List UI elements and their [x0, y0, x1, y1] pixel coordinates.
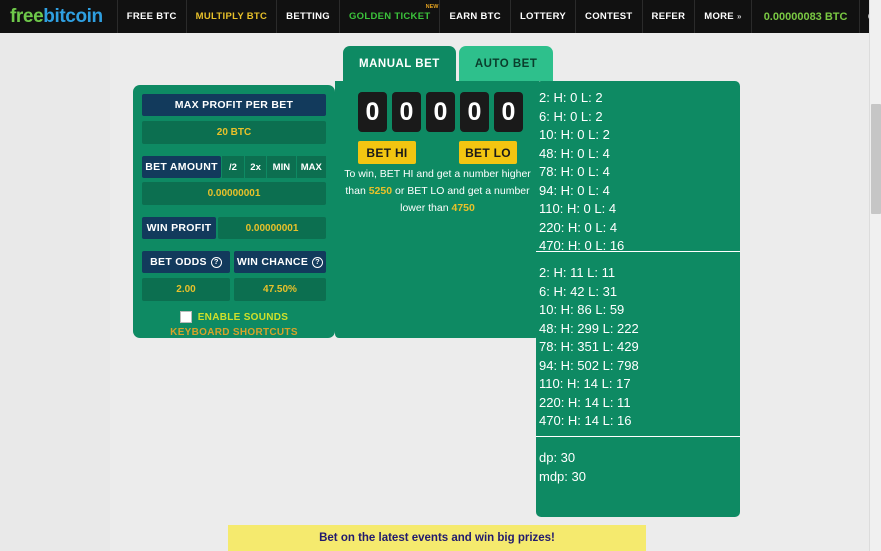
digit-roller: 0 — [426, 92, 455, 132]
nav-item-contest[interactable]: CONTEST — [575, 0, 642, 33]
page-background-left — [0, 33, 110, 551]
logo-free-text: free — [10, 5, 44, 27]
nav-item-refer[interactable]: REFER — [641, 0, 695, 33]
bet-amount-halve-button[interactable]: /2 — [220, 156, 245, 178]
stats-row: 78: H: 0 L: 4 — [539, 164, 610, 179]
bet-odds-text: BET ODDS — [150, 256, 207, 268]
digit-roller: 0 — [460, 92, 489, 132]
digit-roller: 0 — [494, 92, 523, 132]
digit-roller: 0 — [392, 92, 421, 132]
help-icon[interactable]: ? — [210, 256, 222, 268]
logo-bitcoin-text: bitcoin — [43, 5, 103, 27]
nav-item-more[interactable]: MORE » — [694, 0, 750, 33]
bet-amount-min-button[interactable]: MIN — [266, 156, 296, 178]
nav-label: FREE BTC — [126, 11, 177, 22]
balance-display[interactable]: 0.00000083 BTC — [750, 0, 860, 33]
stats-row: 94: H: 0 L: 4 — [539, 182, 610, 198]
stats-row: 48: H: 299 L: 222 — [539, 320, 639, 336]
nav-label: REFER — [651, 11, 686, 22]
bet-amount-max-button[interactable]: MAX — [295, 156, 327, 178]
new-badge: NEW — [425, 4, 439, 10]
stats-row: 78: H: 351 L: 429 — [539, 339, 639, 354]
nav-label: GOLDEN TICKET — [348, 11, 431, 22]
bet-hi-button[interactable]: BET HI — [358, 141, 416, 164]
stats-row: 6: H: 42 L: 31 — [539, 283, 618, 299]
stats-section-totals: 2: H: 11 L: 11 6: H: 42 L: 31 10: H: 86 … — [536, 251, 740, 436]
top-navigation-bar: free bitcoin FREE BTC MULTIPLY BTC BETTIN… — [0, 0, 880, 33]
stats-row: 470: H: 14 L: 16 — [539, 413, 632, 428]
lo-threshold-value: 4750 — [451, 202, 475, 214]
nav-label: BETTING — [286, 11, 330, 22]
bet-odds-label: BET ODDS ? — [142, 251, 230, 273]
enable-sounds-label: ENABLE SOUNDS — [197, 311, 289, 323]
nav-items: FREE BTC MULTIPLY BTC BETTING GOLDEN TIC… — [116, 0, 881, 33]
stats-row: 10: H: 0 L: 2 — [539, 127, 610, 142]
bet-odds-input[interactable]: 2.00 — [142, 278, 230, 301]
stats-row: 220: H: 14 L: 11 — [539, 394, 631, 410]
digit-roller: 0 — [358, 92, 387, 132]
nav-label: MORE — [704, 11, 734, 22]
stats-row: 110: H: 0 L: 4 — [539, 201, 617, 216]
win-profit-value: 0.00000001 — [218, 217, 326, 239]
bet-lo-button[interactable]: BET LO — [459, 141, 517, 164]
enable-sounds-checkbox[interactable] — [179, 311, 192, 323]
scrollbar-thumb[interactable] — [871, 104, 881, 214]
stats-section-current: 2: H: 0 L: 2 6: H: 0 L: 2 10: H: 0 L: 2 … — [536, 81, 740, 253]
stats-row: 94: H: 502 L: 798 — [539, 357, 639, 373]
bet-amount-input[interactable]: 0.00000001 — [142, 182, 326, 205]
win-condition-text: To win, BET HI and get a number higher t… — [337, 166, 538, 217]
stats-row: 220: H: 0 L: 4 — [539, 219, 618, 235]
max-profit-value: 20 BTC — [142, 121, 326, 144]
nav-label: CONTEST — [585, 11, 633, 22]
bet-amount-double-button[interactable]: 2x — [244, 156, 267, 178]
bet-controls-panel: MAX PROFIT PER BET 20 BTC BET AMOUNT /2 … — [133, 85, 335, 338]
site-logo[interactable]: free bitcoin — [0, 0, 117, 33]
stats-row-mdp: mdp: 30 — [539, 468, 586, 484]
max-profit-label: MAX PROFIT PER BET — [142, 94, 326, 116]
nav-label: LOTTERY — [519, 11, 567, 22]
nav-item-golden-ticket[interactable]: GOLDEN TICKET NEW — [338, 0, 439, 33]
stats-row: 2: H: 11 L: 11 — [539, 265, 616, 280]
keyboard-shortcuts-link[interactable]: KEYBOARD SHORTCUTS — [142, 327, 326, 338]
nav-item-betting[interactable]: BETTING — [276, 0, 339, 33]
stats-section-dp: dp: 30 mdp: 30 — [536, 436, 740, 494]
stats-panel: 2: H: 0 L: 2 6: H: 0 L: 2 10: H: 0 L: 2 … — [536, 81, 740, 517]
win-chance-label: WIN CHANCE ? — [234, 251, 326, 273]
stats-row: 6: H: 0 L: 2 — [539, 108, 603, 124]
stats-row: 48: H: 0 L: 4 — [539, 145, 610, 161]
chevron-down-icon: » — [736, 12, 742, 21]
enable-sounds-row[interactable]: ENABLE SOUNDS — [142, 311, 326, 323]
bet-amount-label: BET AMOUNT — [142, 156, 221, 178]
bet-mode-tabs: MANUAL BET AUTO BET — [343, 46, 554, 81]
roll-result-digits: 0 0 0 0 0 — [358, 92, 523, 132]
nav-item-multiply-btc[interactable]: MULTIPLY BTC — [185, 0, 277, 33]
page-scrollbar[interactable] — [869, 0, 881, 551]
nav-label: MULTIPLY BTC — [195, 11, 268, 22]
tab-auto-bet[interactable]: AUTO BET — [458, 46, 554, 81]
nav-item-lottery[interactable]: LOTTERY — [509, 0, 575, 33]
tab-manual-bet[interactable]: MANUAL BET — [343, 46, 456, 81]
hi-threshold-value: 5250 — [368, 185, 393, 197]
win-chance-input[interactable]: 47.50% — [234, 278, 326, 301]
stats-row-dp: dp: 30 — [539, 450, 576, 465]
stats-row: 110: H: 14 L: 17 — [539, 376, 631, 391]
promo-banner[interactable]: Bet on the latest events and win big pri… — [228, 525, 646, 551]
nav-item-free-btc[interactable]: FREE BTC — [116, 0, 186, 33]
win-profit-label: WIN PROFIT — [142, 217, 216, 239]
win-chance-text: WIN CHANCE — [236, 256, 309, 268]
stats-row: 2: H: 0 L: 2 — [539, 90, 603, 105]
nav-item-earn-btc[interactable]: EARN BTC — [439, 0, 509, 33]
nav-label: EARN BTC — [449, 11, 501, 22]
stats-row: 10: H: 86 L: 59 — [539, 302, 625, 317]
help-icon[interactable]: ? — [312, 256, 324, 268]
